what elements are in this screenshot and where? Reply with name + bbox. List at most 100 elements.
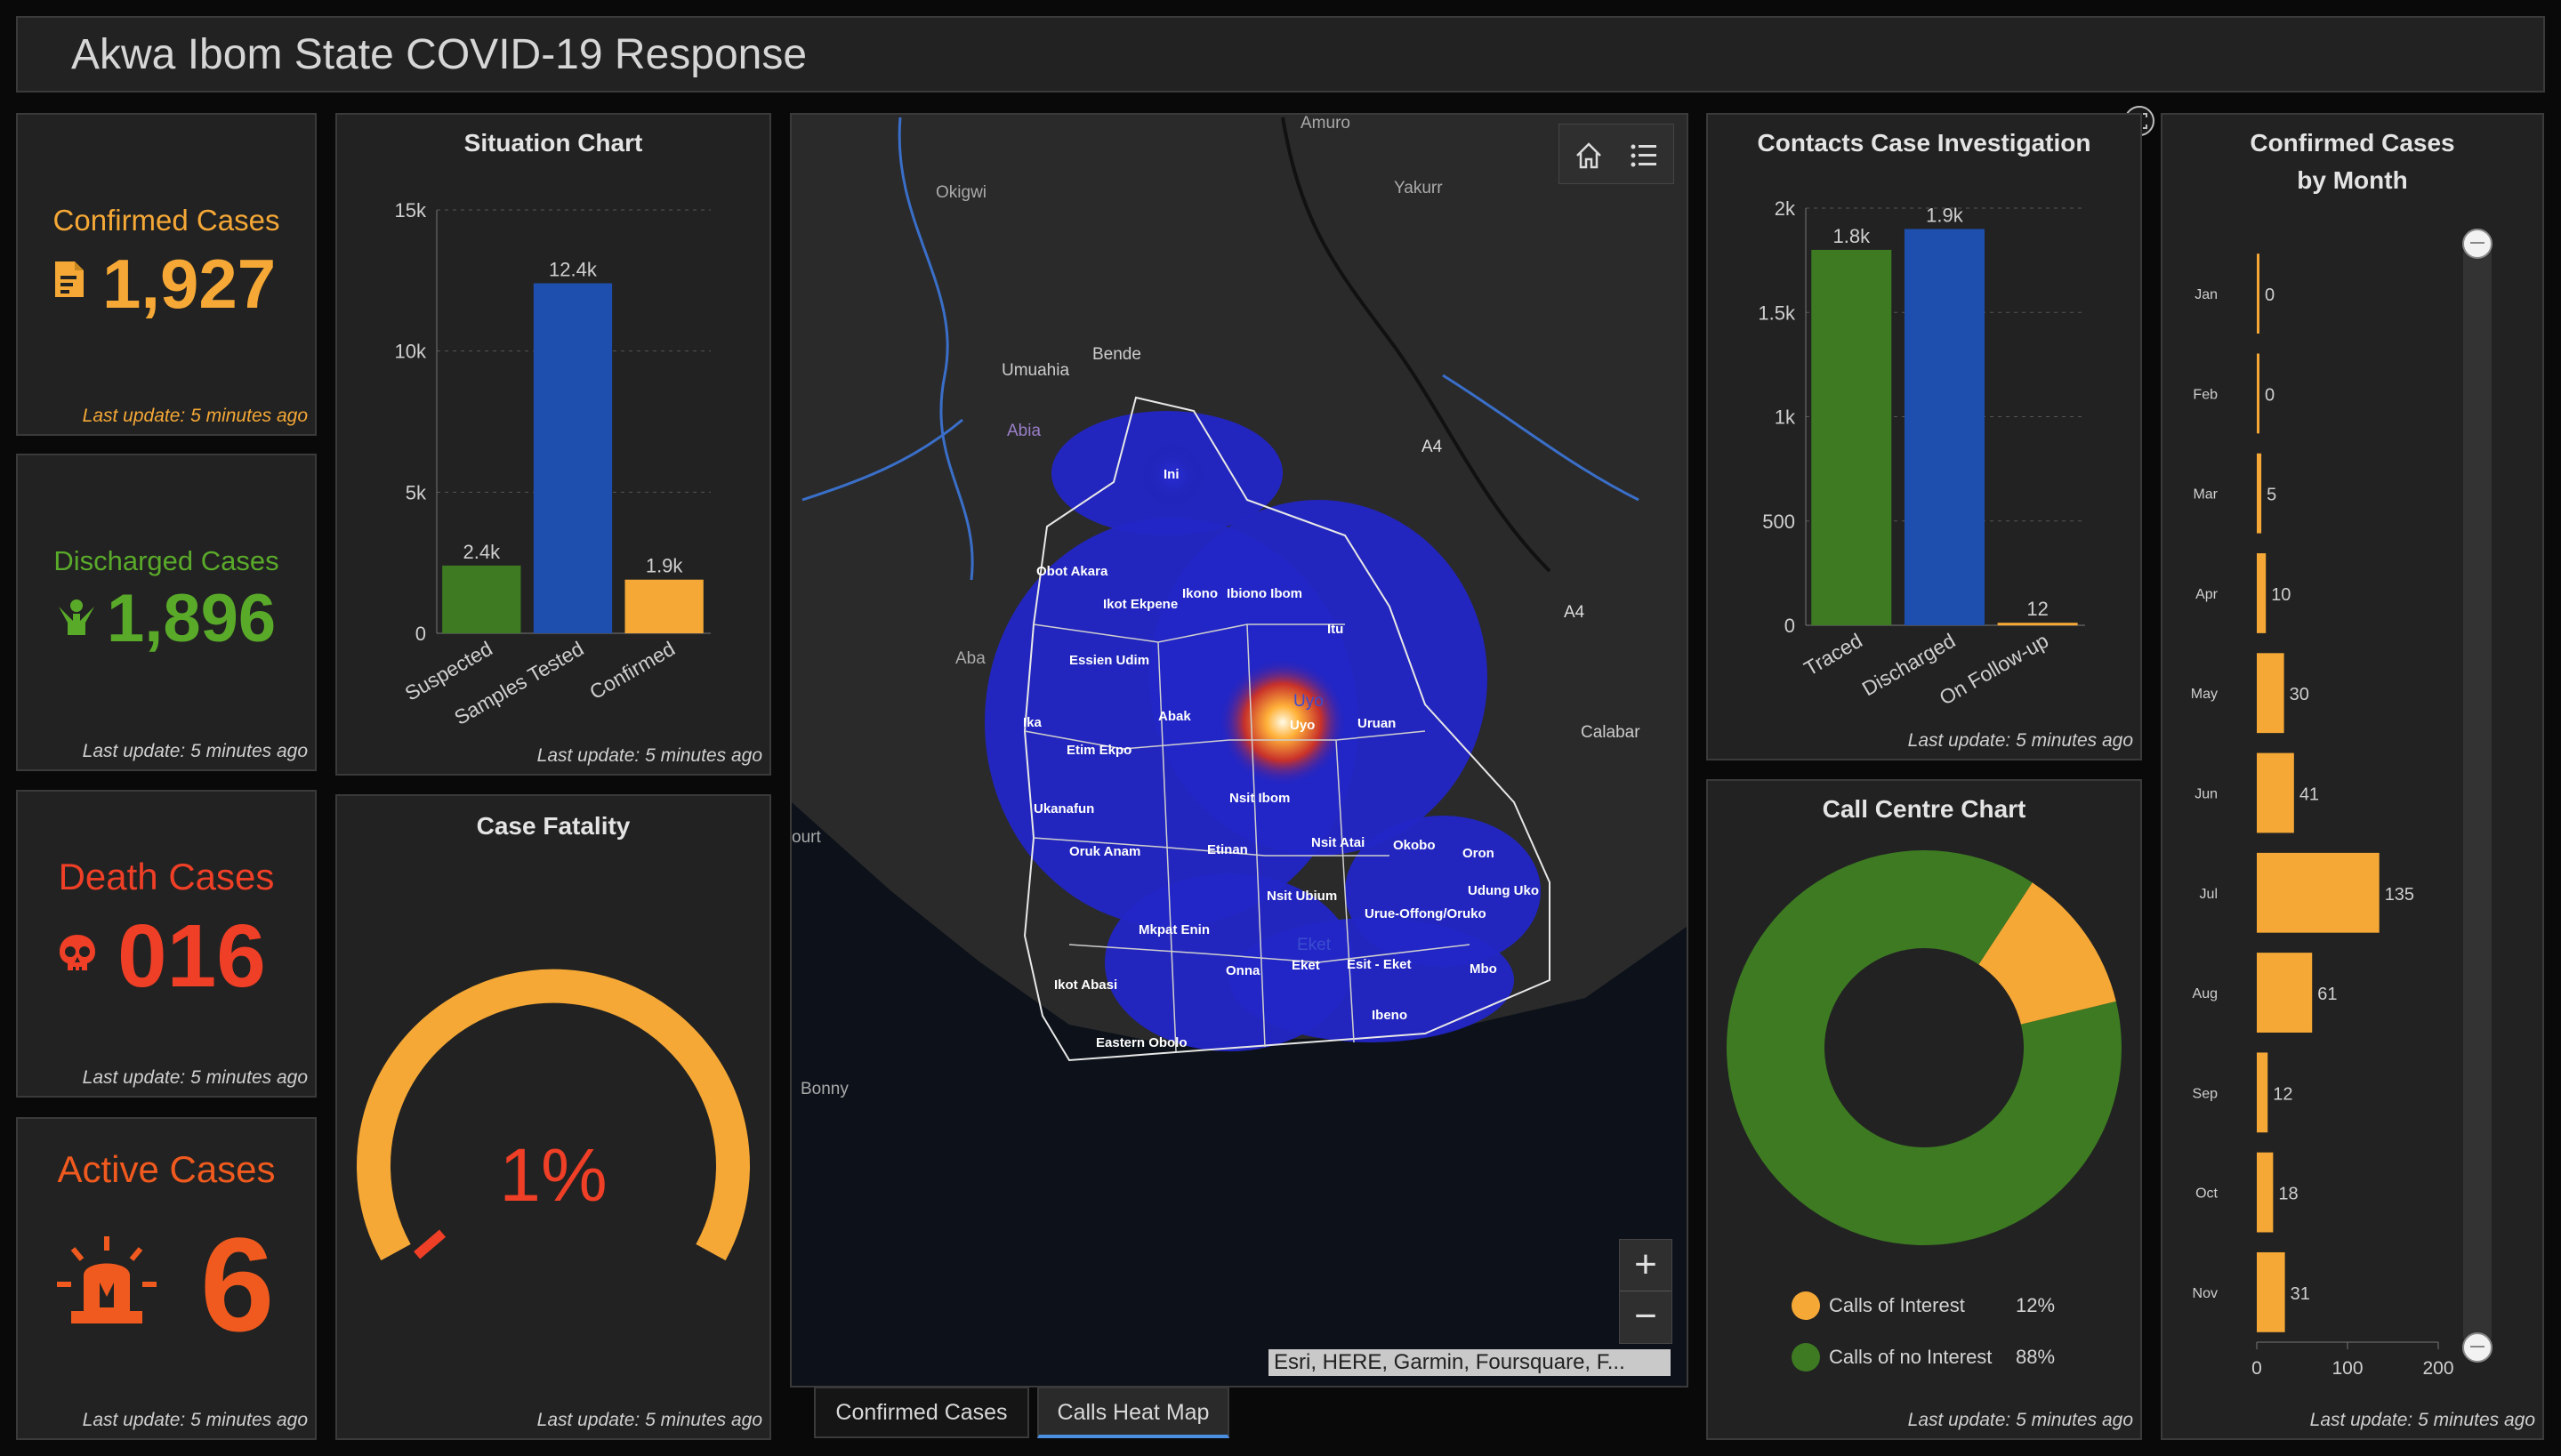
map-place-label: Uyo [1293,692,1324,711]
map-place-label: Esit - Eket [1347,957,1412,972]
tab-confirmed-cases[interactable]: Confirmed Cases [814,1387,1029,1438]
active-cases-label: Active Cases [57,1148,276,1190]
bar-value-label: 1.9k [1926,204,1964,226]
death-cases-card: Death Cases 016 Last update: 5 minutes a… [16,790,317,1098]
x-tick-label: 100 [2331,1358,2363,1379]
fatality-gauge [357,969,750,1261]
case-fatality-value: 1% [499,1133,608,1217]
bar [2257,953,2313,1033]
y-tick-label: Oct [2195,1187,2218,1202]
zoom-control: + − [1619,1239,1672,1344]
map-place-label: Mkpat Enin [1139,922,1210,937]
monthly-bar-chart[interactable]: 0 100 200 Jan 0 Feb 0 Mar 5 Apr 10 May 30 Jun 41 Jul 135… [2162,115,2542,1438]
active-cases-card: Active Cases 6 Last update: 5 minutes ag… [16,1117,317,1440]
map-place-label: Abak [1158,709,1191,724]
map-place-label: Eket [1297,936,1332,954]
map-place-label: Itu [1327,622,1343,637]
legend-label-interest: Calls of Interest [1829,1294,1965,1316]
map-place-label: Obot Akara [1036,564,1108,579]
gauge-value-marker [414,1229,447,1259]
y-tick-label: 15k [395,199,427,221]
bar [2257,453,2262,534]
bar-value-label: 5 [2267,486,2276,505]
map-place-label: Okobo [1393,838,1436,853]
map-place-label: Uruan [1357,716,1396,731]
y-tick-label: Aug [2193,986,2218,1002]
bar-value-label: 1.8k [1832,225,1871,247]
death-cases-value: 016 [117,906,266,1006]
tab-calls-heat-map[interactable]: Calls Heat Map [1037,1387,1229,1438]
bar-value-label: 2.4k [463,541,502,563]
y-tick-label: 2k [1775,197,1796,220]
map-place-label: Okigwi [936,183,987,202]
map-place-label: Yakurr [1394,179,1443,197]
map-place-label: Essien Udim [1069,653,1149,668]
heat-map[interactable]: Amuro Okigwi Yakurr Umuahia Bende Abia A4 A4 Aba… [792,115,1687,1386]
map-toolbar [1558,124,1674,184]
y-tick-label: Apr [2195,587,2219,602]
bar [1904,229,1985,625]
fatality-update-text: Last update: 5 minutes ago [536,1410,762,1430]
bar [2257,1251,2285,1332]
bar-value-label: 12.4k [549,259,598,281]
bar [2257,653,2284,734]
bar-value-label: 135 [2385,885,2414,905]
bar-value-label: 0 [2265,286,2275,305]
bar [2257,752,2294,833]
y-tick-label: Sep [2193,1086,2219,1101]
monthly-cases-panel: Confirmed Cases by Month 0 100 200 Jan 0 Feb 0… [2161,113,2544,1440]
map-place-label: Urue-Offong/Oruko [1365,906,1486,921]
zoom-in-button[interactable]: + [1620,1240,1671,1291]
bar [2257,1052,2268,1133]
bar [2257,852,2380,933]
legend-swatch-no-interest [1792,1343,1820,1372]
handle-grip [2470,242,2484,244]
map-place-label: Ini [1164,467,1180,482]
call-centre-update-text: Last update: 5 minutes ago [1907,1410,2133,1430]
map-place-label: Ikot Ekpene [1103,597,1178,612]
legend-swatch-interest [1792,1291,1820,1320]
map-place-label: Onna [1226,963,1260,978]
skull-icon [60,935,95,970]
y-tick-label: 0 [1784,615,1795,637]
map-place-label: Bonny [801,1080,849,1098]
discharged-cases-label: Discharged Cases [53,545,279,576]
map-place-label: Ibeno [1372,1008,1407,1023]
bar [2257,353,2259,434]
map-attribution[interactable]: Esri, HERE, Garmin, Foursquare, F... [1268,1349,1671,1376]
death-update-text: Last update: 5 minutes ago [82,1067,308,1088]
range-slider-track [2463,244,2492,1347]
active-update-text: Last update: 5 minutes ago [82,1410,308,1430]
map-place-label: Mbo [1470,961,1497,977]
y-tick-label: 1k [1775,406,1796,429]
discharged-cases-value: 1,896 [107,581,277,656]
map-place-label: Etim Ekpo [1067,743,1132,758]
map-place-label: Uyo [1290,718,1315,733]
document-icon [55,261,84,297]
y-tick-label: Nov [2193,1286,2218,1301]
y-tick-label: 0 [415,623,426,645]
bar [442,565,521,633]
header-bar: Akwa Ibom State COVID-19 Response [16,16,2545,93]
map-panel[interactable]: Amuro Okigwi Yakurr Umuahia Bende Abia A4 A4 Aba… [790,113,1688,1388]
home-icon[interactable] [1574,141,1604,171]
y-tick-label: 1.5k [1758,302,1796,324]
bar-value-label: 10 [2271,585,2291,605]
zoom-out-button[interactable]: − [1620,1291,1671,1343]
handle-grip [2470,1346,2484,1347]
layer-list-icon[interactable] [1629,141,1659,171]
legend-label-no-interest: Calls of no Interest [1829,1346,1993,1368]
map-place-label: Udung Uko [1468,883,1539,898]
bar [2257,1152,2274,1233]
siren-icon [57,1236,157,1323]
bar [624,579,704,633]
map-place-label: Ikot Abasi [1054,977,1117,993]
discharged-cases-card: Discharged Cases 1,896 Last update: 5 mi… [16,454,317,771]
confirmed-cases-label: Confirmed Cases [52,204,280,237]
situation-chart-panel: Situation Chart 15k 10k 5k 0 2.4k Suspected 12… [335,113,771,776]
contacts-update-text: Last update: 5 minutes ago [1907,730,2133,751]
legend-percent-no-interest: 88% [2016,1346,2056,1368]
map-place-label: Etinan [1207,842,1248,857]
map-place-label: Ibiono Ibom [1227,586,1302,601]
map-place-label: Nsit Ibom [1229,791,1290,806]
